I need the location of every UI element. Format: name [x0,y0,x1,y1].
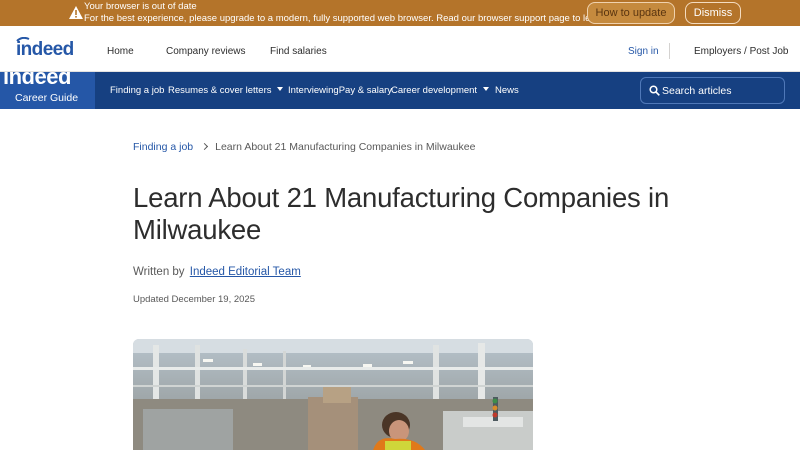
cg-nav-resumes-label: Resumes & cover letters [168,85,272,96]
warning-icon [69,6,83,19]
indeed-logo[interactable]: indeed [16,37,84,59]
cg-nav-pay-label[interactable]: Pay & salary [339,85,392,96]
cg-nav-resumes[interactable]: Resumes & cover letters [168,85,284,96]
nav-find-salaries[interactable]: Find salaries [270,46,327,57]
chevron-down-icon [277,87,284,92]
updated-date: Updated December 19, 2025 [133,294,255,305]
cg-nav-career-label: Career development [391,85,478,96]
banner-title: Your browser is out of date [84,1,197,12]
browser-warning-banner: Your browser is out of date For the best… [0,0,800,26]
how-to-update-button[interactable]: How to update [587,2,675,24]
breadcrumb: Finding a job Learn About 21 Manufacturin… [133,141,475,153]
career-guide-logo: indeed [3,72,71,89]
career-guide-label: Career Guide [15,92,79,104]
cg-nav-finding-a-job[interactable]: Finding a job [110,85,164,96]
dismiss-button[interactable]: Dismiss [685,2,741,24]
nav-company-reviews[interactable]: Company reviews [166,46,245,57]
main-nav: indeed Home Company reviews Find salarie… [0,26,800,72]
sign-in-link[interactable]: Sign in [628,46,659,57]
career-guide-brand[interactable]: indeed Career Guide [0,72,95,109]
hero-image [133,339,533,450]
nav-divider [669,43,670,59]
cg-nav-interviewing-pay[interactable]: InterviewingPay & salary [288,85,392,96]
search-icon [649,85,660,96]
cg-nav-interviewing-label[interactable]: Interviewing [288,85,339,96]
employers-post-job-link[interactable]: Employers / Post Job [694,46,788,57]
breadcrumb-current: Learn About 21 Manufacturing Companies i… [215,141,476,153]
written-by-label: Written by [133,266,185,278]
svg-text:indeed: indeed [16,39,74,59]
cg-nav-news[interactable]: News [495,85,519,96]
cg-nav-career-development[interactable]: Career development [391,85,490,96]
career-guide-nav: indeed Career Guide Finding a job Resume… [0,72,800,109]
search-placeholder: Search articles [662,85,732,97]
chevron-right-icon [201,142,209,151]
banner-message: For the best experience, please upgrade … [84,13,632,24]
search-articles-input[interactable]: Search articles [640,77,785,104]
page-title: Learn About 21 Manufacturing Companies i… [133,182,670,245]
nav-home[interactable]: Home [107,46,134,57]
breadcrumb-finding-a-job[interactable]: Finding a job [133,141,193,153]
author-link[interactable]: Indeed Editorial Team [190,266,301,278]
byline: Written by Indeed Editorial Team [133,266,301,278]
chevron-down-icon [483,87,490,92]
